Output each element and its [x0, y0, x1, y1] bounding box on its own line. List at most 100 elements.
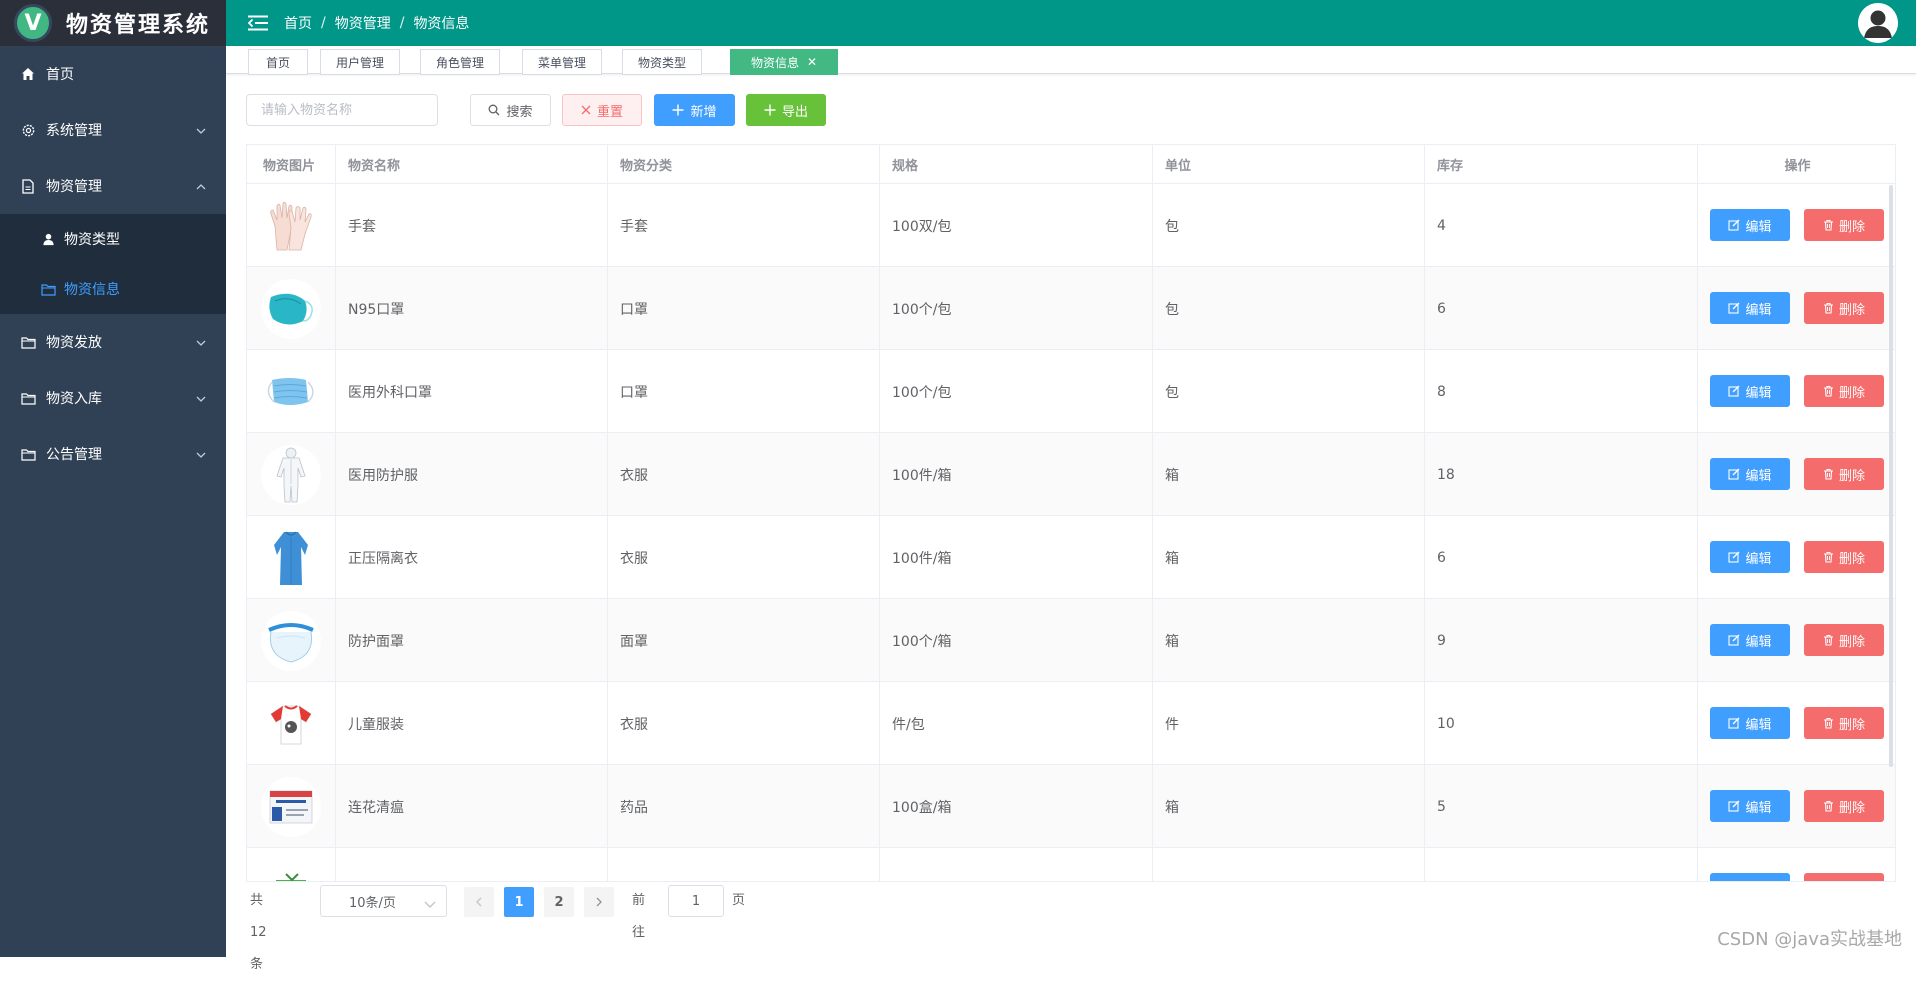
plus-icon: [764, 104, 776, 116]
sidebar-item-distribution[interactable]: 物资发放: [0, 314, 226, 370]
next-page-button[interactable]: [584, 887, 614, 917]
cell-category: 口罩: [608, 267, 880, 350]
cell-name: N95口罩: [336, 267, 608, 350]
export-button[interactable]: 导出: [746, 94, 826, 126]
cell-stock: 9: [1425, 599, 1698, 682]
edit-icon: [1728, 219, 1740, 231]
breadcrumb-materials[interactable]: 物资管理: [335, 13, 391, 33]
delete-button[interactable]: 删除: [1804, 624, 1884, 656]
edit-button[interactable]: 编辑: [1710, 375, 1790, 407]
protective-suit-image[interactable]: [261, 445, 321, 505]
trash-icon: [1823, 219, 1834, 231]
delete-button[interactable]: 删除: [1804, 209, 1884, 241]
edit-button[interactable]: 编辑: [1710, 707, 1790, 739]
cell-name: 儿童服装: [336, 682, 608, 765]
cell-spec: 100个/箱: [880, 599, 1153, 682]
breadcrumb-home[interactable]: 首页: [284, 13, 312, 33]
sidebar-item-label: 物资类型: [64, 229, 120, 249]
cell-spec: 100件/箱: [880, 433, 1153, 516]
search-button[interactable]: 搜索: [470, 94, 551, 126]
page-size-select[interactable]: 10条/页: [320, 885, 447, 917]
search-icon: [488, 104, 500, 116]
sidebar-item-notices[interactable]: 公告管理: [0, 426, 226, 482]
delete-button[interactable]: 删除: [1804, 458, 1884, 490]
close-icon: [581, 105, 591, 115]
home-icon: [20, 66, 36, 82]
delete-button[interactable]: 删除: [1804, 375, 1884, 407]
face-shield-image[interactable]: [261, 611, 321, 671]
table-row: 连花清瘟药品100盒/箱箱5编辑删除: [247, 765, 1895, 848]
avatar[interactable]: [1858, 3, 1898, 43]
sidebar-item-label: 首页: [46, 64, 74, 84]
cell-stock: 18: [1425, 433, 1698, 516]
tag-material-info[interactable]: 物资信息 ✕: [730, 49, 838, 75]
goto-page-input[interactable]: [668, 885, 724, 917]
close-icon[interactable]: ✕: [807, 55, 817, 69]
sidebar-item-system[interactable]: 系统管理: [0, 102, 226, 158]
delete-button[interactable]: 删除: [1804, 790, 1884, 822]
column-header-stock: 库存: [1425, 145, 1698, 184]
sidebar-item-material-info[interactable]: 物资信息: [0, 264, 226, 314]
trash-icon: [1823, 634, 1834, 646]
sidebar-item-label: 公告管理: [46, 444, 102, 464]
tag-menu-management[interactable]: 菜单管理: [522, 49, 602, 75]
table-scrollbar[interactable]: [1889, 185, 1893, 767]
tag-home[interactable]: 首页: [248, 49, 308, 75]
surgical-mask-image[interactable]: [261, 362, 321, 422]
document-icon: [20, 178, 36, 194]
tag-material-type[interactable]: 物资类型: [622, 49, 702, 75]
add-button[interactable]: 新增: [654, 94, 735, 126]
sidebar: V 物资管理系统 首页 系统管理 物资管理 物资类型: [0, 0, 226, 957]
delete-button[interactable]: 删除: [1804, 292, 1884, 324]
sidebar-item-label: 物资入库: [46, 388, 102, 408]
edit-icon: [1728, 551, 1740, 563]
reset-button[interactable]: 重置: [562, 94, 642, 126]
collapse-menu-icon[interactable]: [248, 13, 268, 33]
edit-button[interactable]: 编辑: [1710, 541, 1790, 573]
cell-stock: 5: [1425, 765, 1698, 848]
trash-icon: [1823, 551, 1834, 563]
sidebar-item-stock-in[interactable]: 物资入库: [0, 370, 226, 426]
isolation-gown-image[interactable]: [261, 528, 321, 588]
sidebar-item-label: 物资管理: [46, 176, 102, 196]
logo: V 物资管理系统: [0, 0, 226, 46]
goto-label: 前往: [632, 885, 645, 949]
page-button-2[interactable]: 2: [544, 887, 574, 917]
n95-mask-image[interactable]: [261, 279, 321, 339]
sidebar-item-materials[interactable]: 物资管理: [0, 158, 226, 214]
edit-button[interactable]: 编辑: [1710, 624, 1790, 656]
delete-button[interactable]: 删除: [1804, 541, 1884, 573]
trash-icon: [1823, 385, 1834, 397]
cell-category: 药品: [608, 765, 880, 848]
sidebar-item-label: 系统管理: [46, 120, 102, 140]
cell-category: 衣服: [608, 433, 880, 516]
green-package-image[interactable]: [261, 860, 321, 883]
gloves-image[interactable]: [261, 196, 321, 256]
folder-icon: [20, 446, 36, 462]
delete-button[interactable]: 删除: [1804, 707, 1884, 739]
prev-page-button[interactable]: [464, 887, 494, 917]
tag-role-management[interactable]: 角色管理: [420, 49, 500, 75]
logo-icon: V: [14, 4, 52, 42]
sidebar-item-home[interactable]: 首页: [0, 46, 226, 102]
cell-stock: 10: [1425, 682, 1698, 765]
edit-button[interactable]: 编辑: [1710, 458, 1790, 490]
medicine-box-image[interactable]: [261, 777, 321, 837]
edit-button[interactable]: 编辑: [1710, 873, 1790, 882]
edit-button[interactable]: 编辑: [1710, 292, 1790, 324]
cell-unit: 箱: [1153, 765, 1425, 848]
page-button-1[interactable]: 1: [504, 887, 534, 917]
chevron-up-icon: [196, 180, 206, 196]
cell-spec: 100双/包: [880, 184, 1153, 267]
cell-image: [247, 682, 336, 765]
edit-button[interactable]: 编辑: [1710, 209, 1790, 241]
kids-shirt-image[interactable]: [261, 694, 321, 754]
trash-icon: [1823, 717, 1834, 729]
delete-button[interactable]: 删除: [1804, 873, 1884, 882]
edit-button[interactable]: 编辑: [1710, 790, 1790, 822]
sidebar-item-material-type[interactable]: 物资类型: [0, 214, 226, 264]
search-input[interactable]: [246, 94, 438, 126]
cell-name: 连花清瘟: [336, 765, 608, 848]
tag-user-management[interactable]: 用户管理: [320, 49, 400, 75]
sidebar-item-label: 物资发放: [46, 332, 102, 352]
